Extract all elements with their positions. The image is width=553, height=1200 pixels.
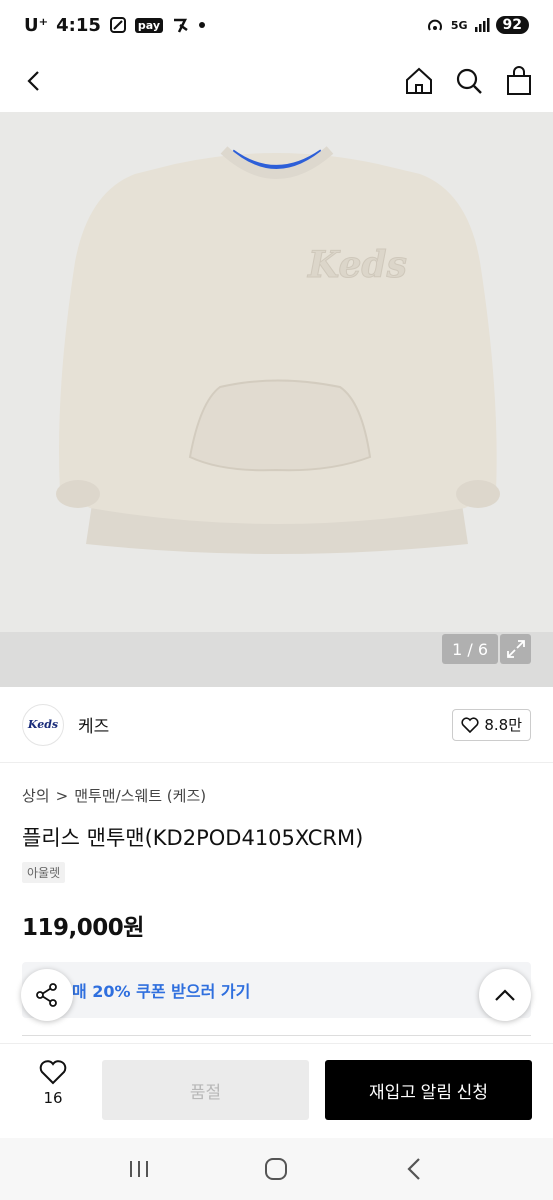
restock-alert-button[interactable]: 재입고 알림 신청 [325, 1060, 532, 1120]
nfc-icon [109, 16, 127, 34]
hotspot-icon [425, 16, 445, 34]
system-back-button[interactable] [398, 1153, 430, 1185]
breadcrumb-separator: > [55, 786, 69, 805]
breadcrumb: 상의 > 맨투맨/스웨트 (케즈) [22, 785, 206, 806]
product-image: Keds [0, 112, 553, 687]
brand-like-button[interactable]: 8.8만 [452, 708, 531, 741]
coupon-banner[interactable]: 매 20% 쿠폰 받으러 가기 [22, 962, 531, 1018]
recent-apps-button[interactable] [123, 1153, 155, 1185]
back-button[interactable] [18, 65, 50, 97]
outlet-tag: 아울렛 [22, 862, 66, 883]
battery-indicator: 92 [495, 16, 529, 34]
product-title: 플리스 맨투맨(KD2POD4105XCRM) [22, 826, 364, 850]
divider [22, 1035, 531, 1036]
home-system-button[interactable] [260, 1153, 292, 1185]
expand-image-button[interactable] [500, 634, 531, 664]
chevron-left-icon [27, 71, 39, 91]
signal-icon [474, 17, 490, 33]
system-navigation-bar [0, 1138, 553, 1200]
home-button[interactable] [403, 65, 435, 97]
scroll-top-button[interactable] [479, 969, 531, 1021]
share-icon [36, 983, 57, 1007]
network-type-label: 5G [450, 18, 468, 32]
search-icon [456, 68, 482, 94]
runner-app-icon [171, 16, 191, 34]
cart-button[interactable] [503, 65, 535, 97]
soldout-button[interactable]: 품절 [102, 1060, 309, 1120]
carrier-label: U⁺ [24, 14, 49, 36]
coupon-text: 매 20% 쿠폰 받으러 가기 [72, 982, 251, 1001]
search-button[interactable] [453, 65, 485, 97]
heart-icon [39, 1060, 67, 1085]
brand-like-count: 8.8만 [484, 716, 522, 734]
top-navigation [0, 50, 553, 112]
home-icon [406, 67, 432, 94]
breadcrumb-category[interactable]: 상의 [22, 785, 50, 806]
brand-logo[interactable]: Keds [22, 703, 64, 746]
heart-icon [461, 716, 479, 733]
brand-name[interactable]: 케즈 [78, 712, 109, 737]
recent-apps-icon [129, 1161, 148, 1177]
product-image-gallery[interactable]: Keds 1 / 6 [0, 112, 553, 687]
status-bar: U⁺ 4:15 pay 5G 92 [0, 0, 553, 50]
wishlist-count: 16 [43, 1089, 63, 1107]
shopping-bag-icon [507, 66, 531, 95]
image-counter: 1 / 6 [442, 634, 498, 664]
product-price: 119,000원 [22, 915, 144, 941]
back-arrow-icon [407, 1158, 420, 1180]
pay-icon: pay [134, 17, 164, 33]
brand-row: Keds 케즈 8.8만 [0, 687, 553, 763]
breadcrumb-subcategory[interactable]: 맨투맨/스웨트 (케즈) [74, 785, 206, 806]
share-button[interactable] [21, 969, 73, 1021]
notification-dot-icon [199, 22, 206, 28]
sweater-logo-print: Keds [307, 244, 407, 286]
clock: 4:15 [56, 14, 101, 36]
wishlist-button[interactable]: 16 [28, 1060, 78, 1107]
expand-icon [506, 640, 525, 658]
chevron-up-icon [495, 989, 515, 1001]
bottom-action-bar: 16 품절 재입고 알림 신청 [0, 1043, 553, 1138]
home-circle-icon [265, 1158, 288, 1180]
